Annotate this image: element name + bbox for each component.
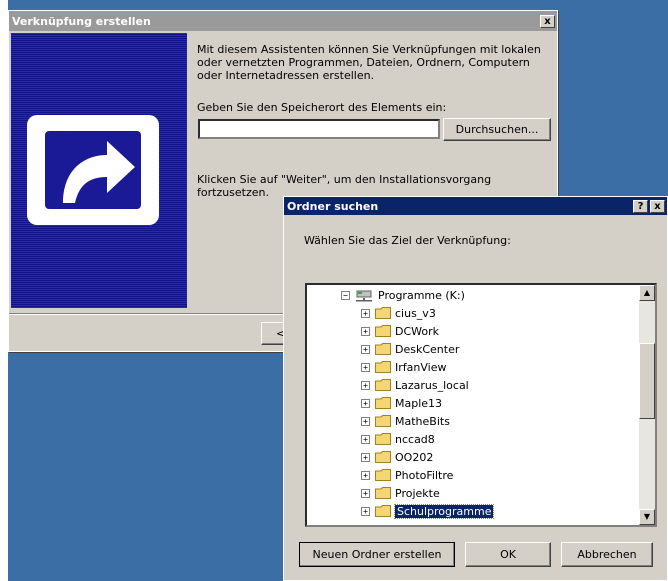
cancel-button[interactable]: Abbrechen: [561, 542, 653, 567]
expand-icon[interactable]: +: [361, 344, 370, 354]
folder-icon: [375, 325, 391, 337]
dialog-prompt: Wählen Sie das Ziel der Verknüpfung:: [304, 234, 511, 247]
tree-root-item[interactable]: − Programme (K:): [341, 286, 465, 304]
tree-item-deskcenter[interactable]: + DeskCenter: [361, 340, 459, 358]
scroll-down-arrow-icon[interactable]: ▼: [639, 509, 655, 525]
folder-icon: [375, 451, 391, 463]
folder-icon: [375, 379, 391, 391]
tree-item-maple13[interactable]: + Maple13: [361, 394, 442, 412]
expand-icon[interactable]: +: [361, 416, 370, 426]
folder-label: Maple13: [395, 396, 443, 410]
folder-label: Projekte: [395, 486, 440, 500]
dialog-title: Ordner suchen: [287, 199, 379, 213]
expand-icon[interactable]: +: [361, 488, 370, 498]
tree-scrollbar[interactable]: ▲ ▼: [639, 285, 655, 525]
ok-button[interactable]: OK: [465, 542, 551, 567]
expand-icon[interactable]: +: [361, 308, 370, 318]
folder-label: MatheBits: [395, 414, 450, 428]
tree-item-oo202[interactable]: + OO202: [361, 448, 433, 466]
tree-item-mathebits[interactable]: + MatheBits: [361, 412, 450, 430]
folder-icon: [375, 307, 391, 319]
wizard-banner: [11, 33, 187, 308]
expand-icon[interactable]: +: [361, 326, 370, 336]
tree-item-schulprogramme[interactable]: + Schulprogramme: [361, 502, 495, 520]
expand-icon[interactable]: +: [361, 398, 370, 408]
wizard-intro-text: Mit diesem Assistenten können Sie Verknü…: [197, 43, 541, 82]
network-drive-icon: [356, 290, 372, 302]
expand-icon[interactable]: +: [361, 452, 370, 462]
folder-label: nccad8: [395, 432, 435, 446]
tree-item-nccad8[interactable]: + nccad8: [361, 430, 435, 448]
folder-icon: [375, 433, 391, 445]
folder-icon: [375, 343, 391, 355]
folder-icon: [375, 397, 391, 409]
wizard-close-button[interactable]: x: [540, 14, 555, 28]
expand-icon[interactable]: +: [361, 380, 370, 390]
tree-item-photofiltre[interactable]: + PhotoFiltre: [361, 466, 453, 484]
location-input[interactable]: [198, 119, 440, 139]
collapse-icon[interactable]: −: [341, 290, 350, 300]
folder-label: DCWork: [395, 324, 440, 338]
dialog-titlebar[interactable]: Ordner suchen ? x: [284, 197, 667, 215]
folder-label-selected: Schulprogramme: [393, 503, 495, 519]
new-folder-button[interactable]: Neuen Ordner erstellen: [299, 542, 455, 567]
folder-icon: [375, 469, 391, 481]
folder-label: cius_v3: [395, 306, 436, 320]
dialog-close-button[interactable]: x: [650, 199, 665, 213]
expand-icon[interactable]: +: [361, 470, 370, 480]
folder-label: Lazarus_local: [395, 378, 469, 392]
expand-icon[interactable]: +: [361, 362, 370, 372]
expand-icon[interactable]: +: [361, 434, 370, 444]
folder-label: IrfanView: [395, 360, 447, 374]
help-button[interactable]: ?: [633, 199, 648, 213]
tree-root-label: Programme (K:): [378, 288, 465, 302]
folder-icon: [375, 361, 391, 373]
folder-label: OO202: [395, 450, 434, 464]
folder-tree[interactable]: − Programme (K:) + cius_v3 + DCWork + DeskC…: [305, 283, 657, 527]
tree-item-dcwork[interactable]: + DCWork: [361, 322, 439, 340]
folder-icon: [375, 415, 391, 427]
folder-label: PhotoFiltre: [395, 468, 454, 482]
tree-item-projekte[interactable]: + Projekte: [361, 484, 440, 502]
location-label: Geben Sie den Speicherort des Elements e…: [197, 101, 447, 114]
browse-button[interactable]: Durchsuchen...: [443, 118, 551, 141]
folder-label: DeskCenter: [395, 342, 460, 356]
wizard-titlebar[interactable]: Verknüpfung erstellen x: [9, 11, 557, 31]
scroll-thumb[interactable]: [639, 343, 655, 419]
browse-folder-dialog: Ordner suchen ? x Wählen Sie das Ziel de…: [283, 196, 668, 581]
shortcut-arrow-icon: [27, 115, 159, 225]
tree-item-lazarus[interactable]: + Lazarus_local: [361, 376, 469, 394]
tree-item-cius[interactable]: + cius_v3: [361, 304, 436, 322]
folder-icon: [375, 487, 391, 499]
folder-icon: [375, 505, 391, 517]
tree-item-irfanview[interactable]: + IrfanView: [361, 358, 446, 376]
expand-icon[interactable]: +: [361, 506, 370, 516]
scroll-up-arrow-icon[interactable]: ▲: [639, 285, 655, 301]
wizard-title: Verknüpfung erstellen: [12, 14, 151, 28]
